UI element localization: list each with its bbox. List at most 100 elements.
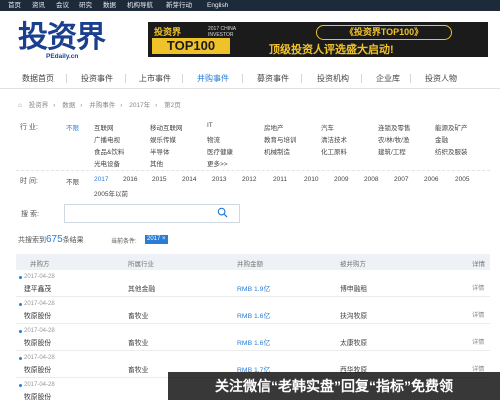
row-industry: 畜牧业 [128,367,149,374]
top-nav-bar: 首页 资讯 会议 研究 数据 机构导航 新芽行动 English [0,0,500,11]
home-icon[interactable]: ⌂ [18,102,22,109]
year-option[interactable]: 2005 [455,176,469,183]
topnav-data[interactable]: 数据 [103,2,116,9]
row-acquirer[interactable]: 牧原股份 [24,310,51,320]
industry-option[interactable]: 机械制造 [264,146,290,156]
breadcrumb-sep: › [53,102,56,109]
industry-option[interactable]: 半导体 [150,146,170,156]
more-industries-link[interactable]: 更多>> [207,158,228,168]
year-option[interactable]: 2014 [182,176,196,183]
row-detail-link[interactable]: 详情 [472,283,484,292]
row-detail-link[interactable]: 详情 [472,337,484,346]
nav-fundraising-events[interactable]: 募资事件 [257,73,289,84]
nav-divider [301,74,302,83]
site-logo[interactable]: 投资界 PEdaily.cn [18,20,130,64]
industry-option[interactable]: 其他 [150,158,163,168]
banner-brand: 投资界 [154,27,182,37]
current-conditions-label: 当前条件: [111,239,137,245]
nav-company-db[interactable]: 企业库 [376,73,400,84]
row-target[interactable]: 扶沟牧原 [340,310,367,320]
industry-option[interactable]: 移动互联网 [150,122,183,132]
industry-option[interactable]: 清洁技术 [321,134,347,144]
industry-option[interactable]: 农/林/牧/渔 [378,134,409,144]
industry-option[interactable]: 食品&饮料 [94,146,124,156]
industry-option[interactable]: 教育与培训 [264,134,297,144]
breadcrumb-page: 第2页 [164,102,181,109]
row-target[interactable]: 太康牧原 [340,337,367,347]
row-bullet [19,357,22,360]
row-amount: RMB 1.6亿 [237,313,271,320]
topnav-meetings[interactable]: 会议 [56,2,69,9]
year-option[interactable]: 2017 [94,176,108,183]
row-date: 2017-04-28 [24,328,55,334]
topnav-sprout[interactable]: 新芽行动 [166,2,192,9]
year-option[interactable]: 2010 [304,176,318,183]
breadcrumb-home[interactable]: 投资界 [29,102,49,109]
nav-divider [410,74,411,83]
breadcrumb-year[interactable]: 2017年 [129,102,150,109]
industry-option[interactable]: 连锁及零售 [378,122,411,132]
condition-tag-2017[interactable]: 2017 × [145,235,168,244]
row-acquirer[interactable]: 牧原股份 [24,364,51,374]
nav-ipo-events[interactable]: 上市事件 [139,73,171,84]
industry-option[interactable]: 物流 [207,134,220,144]
logo-text: 投资界 [18,20,106,55]
filter-panel: 行 业: 不限 互联网 移动互联网 IT 房地产 汽车 连锁及零售 能源及矿产 … [16,112,490,198]
nav-divider [125,74,126,83]
industry-option[interactable]: 互联网 [94,122,114,132]
year-option[interactable]: 不限 [66,176,79,186]
year-option[interactable]: 2009 [334,176,348,183]
topnav-research[interactable]: 研究 [79,2,92,9]
row-bullet [19,276,22,279]
year-option[interactable]: 2016 [123,176,137,183]
year-option[interactable]: 2013 [212,176,226,183]
breadcrumb-ma[interactable]: 并购事件 [89,102,115,109]
topnav-institutions[interactable]: 机构导航 [127,2,153,9]
nav-ma-events[interactable]: 并购事件 [197,73,229,84]
row-detail-link[interactable]: 详情 [472,310,484,319]
nav-data-home[interactable]: 数据首页 [22,73,54,84]
year-option[interactable]: 2011 [273,176,287,183]
row-date: 2017-04-28 [24,355,55,361]
nav-investment-institutions[interactable]: 投资机构 [317,73,349,84]
industry-option[interactable]: 化工原料 [321,146,347,156]
nav-divider [66,74,67,83]
year-option[interactable]: 2005年以前 [94,188,128,198]
topnav-english[interactable]: English [207,2,228,9]
row-target[interactable]: 博申融租 [340,283,367,293]
row-acquirer[interactable]: 牧原股份 [24,337,51,347]
industry-option[interactable]: 房地产 [264,122,284,132]
col-acquirer: 并购方 [30,261,50,268]
industry-option[interactable]: 能源及矿产 [435,122,468,132]
industry-option[interactable]: 建筑/工程 [378,146,406,156]
banner-top100-badge: TOP100 [152,38,230,54]
breadcrumb-data[interactable]: 数据 [62,102,75,109]
year-option[interactable]: 2012 [242,176,256,183]
industry-option[interactable]: 汽车 [321,122,334,132]
search-input[interactable] [64,204,240,223]
search-icon[interactable] [217,207,228,218]
topnav-news[interactable]: 资讯 [32,2,45,9]
year-option[interactable]: 2008 [364,176,378,183]
industry-option[interactable]: 广播电视 [94,134,120,144]
top100-banner[interactable]: 投资界 2017 CHINA INVESTOR TOP100 《投资界TOP10… [148,22,488,57]
topnav-home[interactable]: 首页 [8,2,21,9]
row-acquirer[interactable]: 建平鑫茂 [24,283,51,293]
year-option[interactable]: 2007 [394,176,408,183]
industry-option[interactable]: 纺织及服装 [435,146,468,156]
industry-option[interactable]: IT [207,122,213,129]
nav-investors[interactable]: 投资人物 [425,73,457,84]
result-number: 675 [46,234,63,245]
row-industry: 畜牧业 [128,340,149,347]
banner-subtitle: 顶级投资人评选盛大启动! [269,44,394,56]
year-option[interactable]: 2015 [152,176,166,183]
row-amount: RMB 1.6亿 [237,340,271,347]
year-option[interactable]: 2006 [424,176,438,183]
industry-option[interactable]: 娱乐传媒 [150,134,176,144]
industry-option[interactable]: 医疗健康 [207,146,233,156]
industry-option[interactable]: 光电设备 [94,158,120,168]
industry-option[interactable]: 不限 [66,122,79,132]
industry-option[interactable]: 金融 [435,134,448,144]
nav-investment-events[interactable]: 投资事件 [81,73,113,84]
col-detail: 详情 [472,261,485,268]
